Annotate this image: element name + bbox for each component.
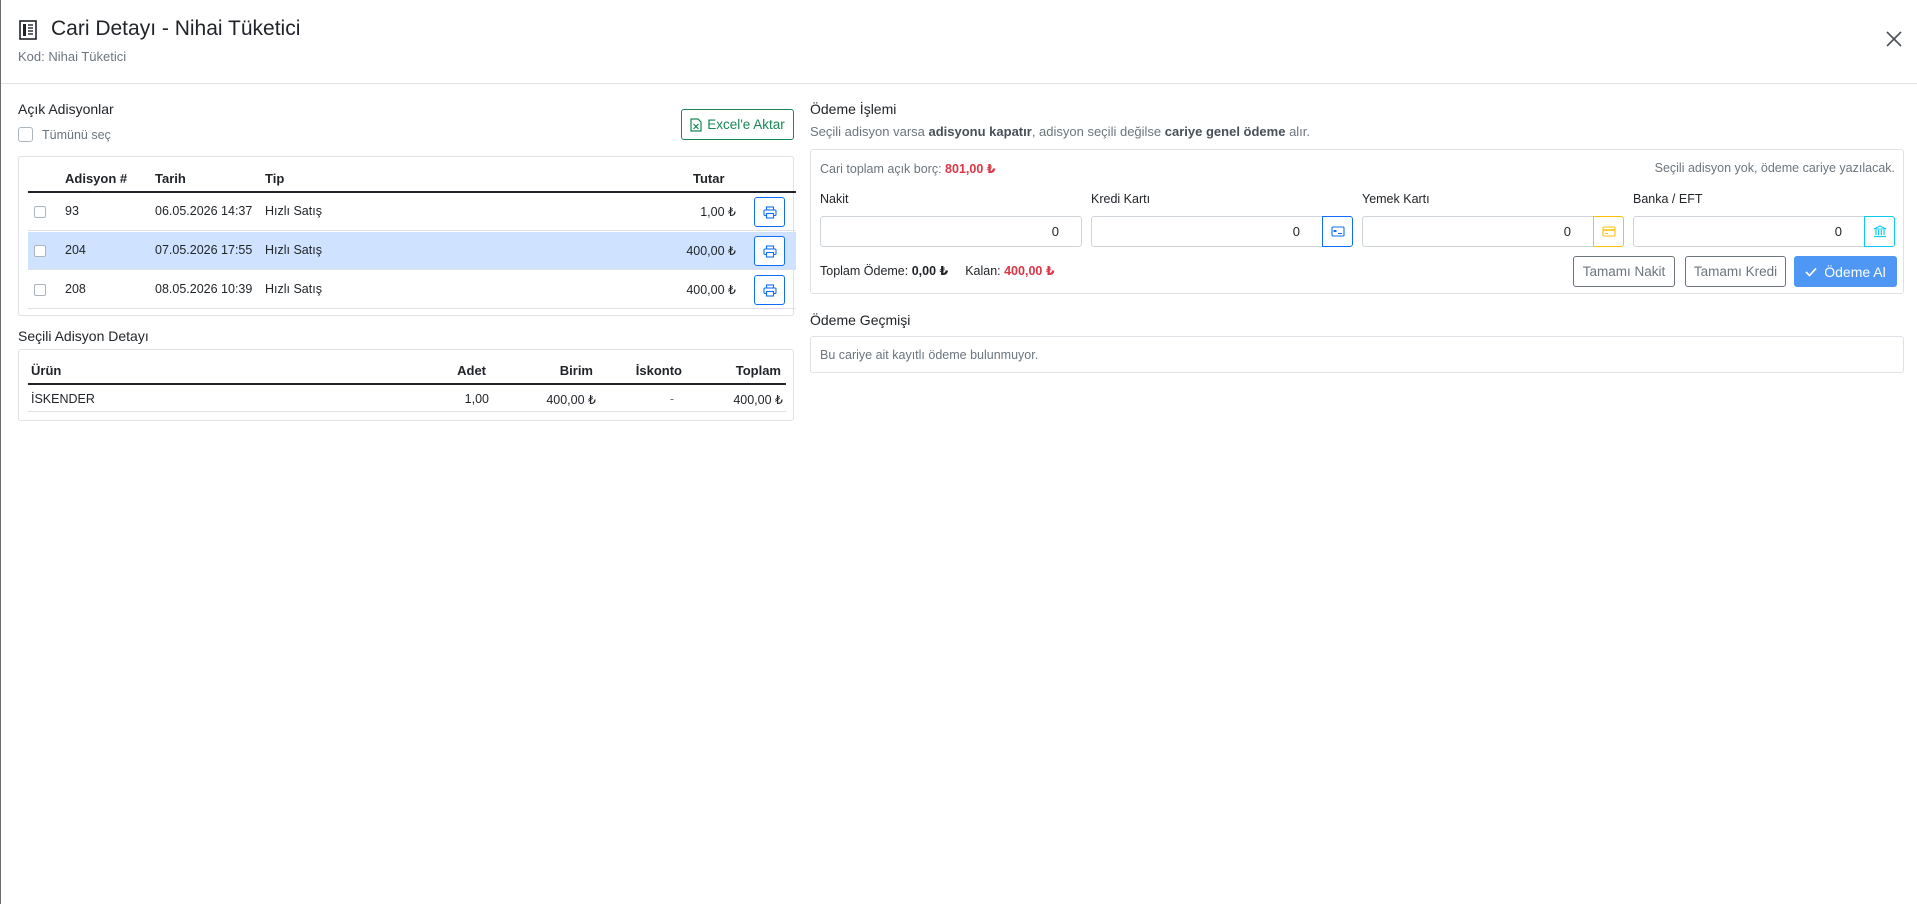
col-header-unit: Birim [559, 363, 593, 378]
check-no: 208 [65, 282, 86, 296]
credit-card-input[interactable]: 0 [1091, 216, 1323, 247]
check-amount: 400,00 ₺ [686, 244, 736, 258]
col-header-type: Tip [265, 171, 285, 186]
credit-card-fill-button[interactable] [1322, 216, 1353, 247]
payment-card: Cari toplam açık borç: 801,00 ₺ Seçili a… [810, 149, 1904, 294]
take-payment-button[interactable]: Ödeme Al [1794, 256, 1897, 287]
remaining-value: 400,00 ₺ [1004, 264, 1055, 278]
select-all-checkbox[interactable]: Tümünü seç [18, 127, 111, 142]
check-no: 204 [65, 243, 86, 257]
payment-title: Ödeme İşlemi [810, 101, 897, 117]
check-date: 06.05.2026 14:37 [155, 204, 253, 218]
excel-export-button[interactable]: Excel'e Aktar [681, 109, 794, 140]
product-discount: - [669, 392, 674, 406]
payment-history-empty: Bu cariye ait kayıtlı ödeme bulunmuyor. [820, 348, 1039, 362]
payment-summary: Toplam Ödeme: 0,00 ₺ Kalan: 400,00 ₺ [820, 263, 1055, 278]
col-header-qty: Adet [457, 363, 486, 378]
meal-card-input[interactable]: 0 [1362, 216, 1594, 247]
check-type: Hızlı Satış [265, 282, 322, 296]
printer-icon [762, 205, 777, 219]
payment-description: Seçili adisyon varsa adisyonu kapatır, a… [810, 124, 1311, 139]
payment-history-card: Bu cariye ait kayıtlı ödeme bulunmuyor. [810, 336, 1904, 373]
check-date: 08.05.2026 10:39 [155, 282, 253, 296]
bank-label: Banka / EFT [1633, 192, 1703, 206]
print-button[interactable] [754, 275, 785, 305]
table-row[interactable]: 204 07.05.2026 17:55 Hızlı Satış 400,00 … [28, 232, 796, 270]
product-unit-price: 400,00 ₺ [546, 393, 596, 407]
check-amount: 1,00 ₺ [700, 205, 736, 219]
all-credit-button[interactable]: Tamamı Kredi [1685, 256, 1786, 287]
cari-detail-modal: Cari Detayı - Nihai Tüketici Kod: Nihai … [0, 0, 1917, 904]
check-date: 07.05.2026 17:55 [155, 243, 253, 257]
product-name: İSKENDER [31, 392, 95, 406]
product-qty: 1,00 [464, 392, 489, 406]
detail-table: Ürün Adet Birim İskonto Toplam İSKENDER … [18, 349, 794, 421]
table-row[interactable]: 208 08.05.2026 10:39 Hızlı Satış 400,00 … [28, 271, 796, 309]
payment-note: Seçili adisyon yok, ödeme cariye yazılac… [1654, 161, 1895, 175]
table-row[interactable]: 93 06.05.2026 14:37 Hızlı Satış 1,00 ₺ [28, 193, 796, 231]
excel-file-icon [690, 117, 702, 132]
open-debt-label: Cari toplam açık borç: [820, 162, 946, 176]
excel-export-label: Excel'e Aktar [707, 117, 785, 132]
col-header-discount: İskonto [635, 363, 682, 378]
bank-input[interactable]: 0 [1633, 216, 1865, 247]
bank-fill-button[interactable] [1864, 216, 1895, 247]
row-checkbox[interactable] [34, 206, 46, 218]
printer-icon [762, 244, 777, 258]
total-payment-value: 0,00 ₺ [911, 264, 949, 278]
close-icon[interactable] [1885, 30, 1903, 48]
modal-title: Cari Detayı - Nihai Tüketici [51, 17, 301, 40]
open-checks-table: Adisyon # Tarih Tip Tutar 93 06.05.2026 … [18, 156, 796, 316]
credit-card-label: Kredi Kartı [1091, 192, 1151, 206]
credit-card-icon [1330, 226, 1345, 237]
open-debt-value: 801,00 ₺ [945, 162, 996, 176]
cash-input[interactable]: 0 [820, 216, 1082, 247]
print-button[interactable] [754, 236, 785, 266]
payment-history-title: Ödeme Geçmişi [810, 312, 911, 328]
open-debt: Cari toplam açık borç: 801,00 ₺ [820, 161, 995, 176]
meal-card-fill-button[interactable] [1593, 216, 1624, 247]
print-button[interactable] [754, 197, 785, 227]
take-payment-label: Ödeme Al [1824, 263, 1886, 280]
modal-subtitle: Kod: Nihai Tüketici [18, 49, 127, 64]
all-cash-button[interactable]: Tamamı Nakit [1573, 256, 1675, 287]
check-icon [1805, 267, 1817, 277]
checkbox-box[interactable] [18, 127, 33, 142]
check-type: Hızlı Satış [265, 204, 322, 218]
printer-icon [762, 283, 777, 297]
select-all-label: Tümünü seç [42, 127, 111, 142]
open-checks-title: Açık Adisyonlar [18, 101, 114, 117]
check-type: Hızlı Satış [265, 243, 322, 257]
modal-header: Cari Detayı - Nihai Tüketici Kod: Nihai … [1, 0, 1917, 84]
remaining-label: Kalan: [965, 264, 1005, 278]
col-header-amount: Tutar [693, 171, 725, 186]
bank-icon [1873, 225, 1886, 238]
check-no: 93 [65, 204, 79, 218]
col-header-date: Tarih [155, 171, 186, 186]
check-amount: 400,00 ₺ [686, 283, 736, 297]
meal-card-label: Yemek Kartı [1362, 192, 1430, 206]
col-header-no: Adisyon # [65, 171, 128, 186]
col-header-total: Toplam [735, 363, 781, 378]
detail-title: Seçili Adisyon Detayı [18, 328, 149, 344]
row-checkbox[interactable] [34, 245, 46, 257]
col-header-product: Ürün [31, 363, 62, 378]
total-payment-label: Toplam Ödeme: [820, 264, 912, 278]
product-total: 400,00 ₺ [733, 393, 783, 407]
cash-label: Nakit [820, 192, 849, 206]
table-row: İSKENDER 1,00 400,00 ₺ - 400,00 ₺ [28, 385, 786, 412]
row-checkbox[interactable] [34, 284, 46, 296]
receipt-icon [19, 20, 37, 40]
meal-card-icon [1601, 226, 1616, 237]
